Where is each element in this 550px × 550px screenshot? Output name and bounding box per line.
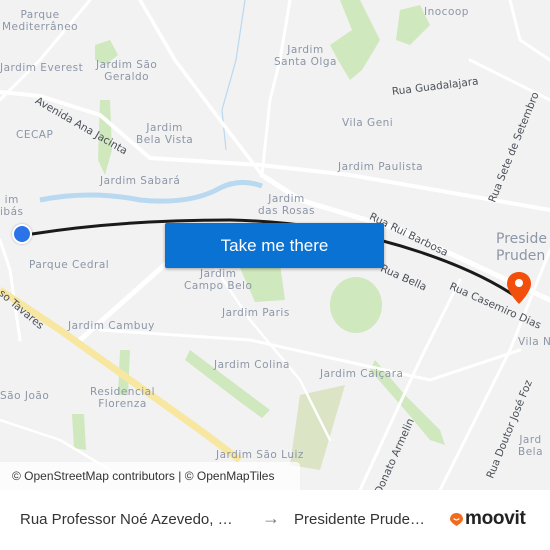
park bbox=[330, 277, 382, 333]
neighborhood-label: CECAP bbox=[16, 129, 54, 141]
destination-pin-icon[interactable] bbox=[506, 271, 532, 305]
neighborhood-label: Jardim São Geraldo bbox=[96, 59, 158, 83]
arrow-right-icon: → bbox=[262, 508, 280, 528]
park bbox=[72, 414, 86, 450]
neighborhood-label: Jardim Santa Olga bbox=[274, 44, 337, 68]
road bbox=[98, 328, 522, 382]
neighborhood-label: São João bbox=[0, 390, 50, 402]
neighborhood-label: Jardim Paulista bbox=[338, 161, 424, 173]
neighborhood-label: Jardim Sabará bbox=[100, 175, 181, 187]
neighborhood-label: Parque Mediterrâneo bbox=[2, 9, 79, 33]
neighborhood-label: Vila N bbox=[518, 336, 550, 348]
map[interactable]: Parque Mediterrâneo Jardim Everest Jardim … bbox=[0, 0, 550, 490]
neighborhood-label: Jardim Bela Vista bbox=[136, 122, 194, 146]
destination-name: Presidente Prude… bbox=[294, 511, 425, 528]
road bbox=[508, 0, 550, 62]
neighborhood-label: Jardim Caiçara bbox=[320, 368, 404, 380]
map-attribution[interactable]: © OpenStreetMap contributors | © OpenMap… bbox=[0, 462, 300, 490]
origin-name: Rua Professor Noé Azevedo, … bbox=[20, 511, 233, 528]
moovit-logo[interactable]: moovit bbox=[450, 508, 526, 530]
route-footer: Rua Professor Noé Azevedo, … → President… bbox=[0, 490, 550, 550]
neighborhood-label: Jardim São Luiz bbox=[216, 449, 304, 461]
city-label: Preside Pruden bbox=[496, 231, 547, 264]
neighborhood-label: Inocoop bbox=[424, 6, 469, 18]
neighborhood-label: Jardim das Rosas bbox=[258, 193, 316, 217]
take-me-there-button[interactable]: Take me there bbox=[165, 223, 384, 268]
neighborhood-label: Jard Bela bbox=[518, 434, 544, 458]
neighborhood-label: im ibás bbox=[0, 194, 24, 218]
road bbox=[138, 0, 264, 177]
moovit-wordmark: moovit bbox=[465, 508, 526, 529]
park bbox=[330, 0, 380, 80]
neighborhood-label: Jardim Everest bbox=[0, 62, 84, 74]
neighborhood-label: Jardim Cambuy bbox=[68, 320, 155, 332]
neighborhood-label: Jardim Colina bbox=[214, 359, 290, 371]
neighborhood-label: Vila Geni bbox=[342, 117, 394, 129]
origin-marker[interactable] bbox=[12, 224, 32, 244]
neighborhood-label: Jardim Campo Belo bbox=[184, 268, 253, 292]
neighborhood-label: Parque Cedral bbox=[29, 259, 110, 271]
neighborhood-label: Jardim Paris bbox=[222, 307, 290, 319]
neighborhood-label: Residencial Florenza bbox=[90, 386, 155, 410]
moovit-pin-icon bbox=[450, 512, 463, 526]
road bbox=[260, 0, 292, 177]
